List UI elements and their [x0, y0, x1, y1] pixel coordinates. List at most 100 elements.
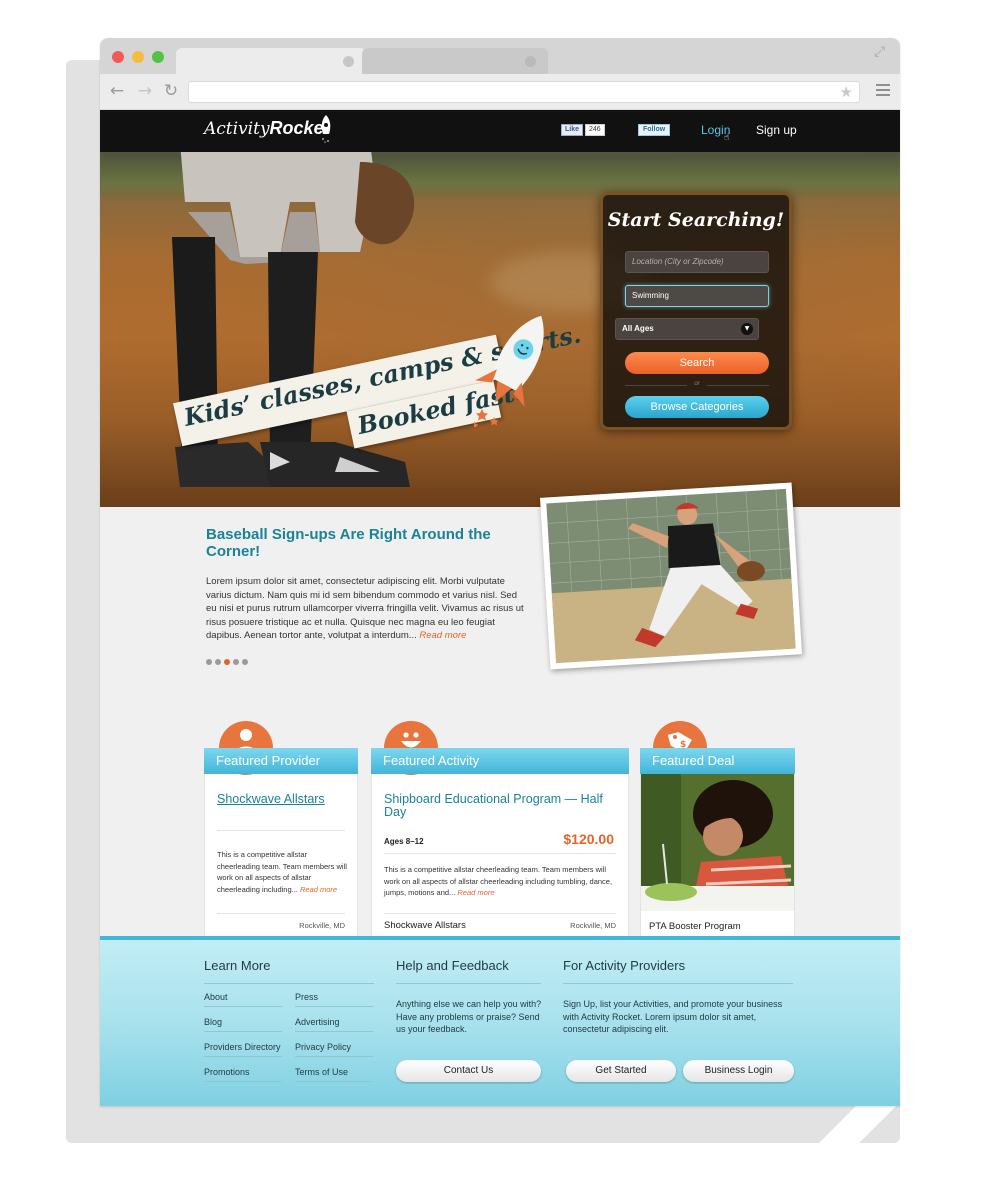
reload-icon[interactable]: ↻: [162, 82, 180, 100]
footer-link-divider: [295, 1006, 373, 1007]
ages-select[interactable]: All Ages ▼: [615, 318, 759, 340]
search-panel: Start Searching! Location (City or Zipco…: [600, 192, 792, 430]
carousel-dot-active[interactable]: [224, 659, 230, 665]
footer-link-providers-directory[interactable]: Providers Directory: [204, 1042, 281, 1052]
provider-read-more-link[interactable]: Read more: [300, 885, 337, 894]
business-login-button[interactable]: Business Login: [683, 1060, 794, 1082]
contact-us-button[interactable]: Contact Us: [396, 1060, 541, 1082]
hand-cursor-icon: ☝: [724, 133, 730, 143]
footer-link-divider: [204, 1081, 282, 1082]
activity-description-text: This is a competitive allstar cheerleadi…: [384, 865, 613, 897]
provider-description: This is a competitive allstar cheerleadi…: [217, 849, 349, 895]
hamburger-menu-icon[interactable]: [876, 84, 890, 98]
footer-link-privacy-policy[interactable]: Privacy Policy: [295, 1042, 351, 1052]
get-started-button[interactable]: Get Started: [566, 1060, 676, 1082]
footer-link-blog[interactable]: Blog: [204, 1017, 222, 1027]
footer-link-divider: [204, 1006, 282, 1007]
activity-provider-link[interactable]: Shockwave Allstars: [384, 920, 466, 931]
footer-link-terms-of-use[interactable]: Terms of Use: [295, 1067, 348, 1077]
facebook-like-count: 246: [585, 124, 605, 136]
expand-icon[interactable]: ⤢: [874, 44, 890, 60]
footer-link-about[interactable]: About: [204, 992, 228, 1002]
pitcher-photo: [546, 488, 796, 664]
site-footer: Learn More About Blog Providers Director…: [100, 936, 900, 1106]
maximize-window-button[interactable]: [152, 51, 164, 63]
carousel-dot[interactable]: [206, 659, 212, 665]
twitter-follow-button[interactable]: Follow: [638, 124, 671, 136]
browse-categories-button[interactable]: Browse Categories: [625, 396, 769, 418]
provider-location: Rockville, MD: [299, 921, 345, 930]
browser-tab-active[interactable]: [176, 48, 366, 74]
footer-providers-heading: For Activity Providers: [563, 958, 686, 973]
story-text: Lorem ipsum dolor sit amet, consectetur …: [206, 576, 524, 641]
facebook-like-button[interactable]: Like 246: [561, 124, 605, 136]
browser-tab-inactive[interactable]: [362, 48, 548, 74]
card-divider: [217, 913, 345, 914]
deal-name-link[interactable]: PTA Booster Program: [649, 921, 741, 932]
chevron-down-icon: ▼: [741, 323, 753, 335]
girl-drawing-illustration: [641, 774, 794, 911]
footer-learn-more-heading: Learn More: [204, 958, 271, 973]
logo-text-activity: Activity: [204, 119, 270, 139]
forward-arrow-icon[interactable]: →: [136, 82, 154, 100]
story-body: Lorem ipsum dolor sit amet, consectetur …: [206, 575, 526, 643]
or-separator: or: [694, 381, 700, 387]
rocket-logo-icon: [321, 115, 331, 143]
pitcher-illustration: [546, 488, 796, 664]
site-logo[interactable]: ActivityRocket: [204, 118, 330, 139]
featured-deal-heading: Featured Deal: [640, 748, 795, 774]
carousel-dot[interactable]: [233, 659, 239, 665]
deal-photo[interactable]: [641, 774, 794, 911]
footer-link-divider: [295, 1031, 373, 1032]
site-header: ActivityRocket Like 246 Follow Login ☝ S…: [100, 110, 900, 152]
activity-name-link[interactable]: Shipboard Educational Program — Half Day: [384, 793, 604, 819]
footer-link-promotions[interactable]: Promotions: [204, 1067, 250, 1077]
browser-window: ⤢ ← → ↻ ★ ActivityRocket Like 246 Follow…: [100, 38, 900, 1106]
card-divider: [217, 830, 345, 831]
carousel-dot[interactable]: [215, 659, 221, 665]
address-bar[interactable]: ★: [188, 81, 860, 103]
browser-tabbar: ⤢: [100, 38, 900, 74]
ages-select-value: All Ages: [622, 324, 654, 333]
carousel-dot[interactable]: [242, 659, 248, 665]
hero-banner: Kids’ classes, camps & sports. Booked fa…: [100, 152, 900, 507]
footer-link-divider: [204, 1031, 282, 1032]
location-input[interactable]: Location (City or Zipcode): [625, 251, 769, 273]
activity-price: $120.00: [563, 831, 614, 847]
featured-deal-card: $ Featured Deal PTA Booster Program: [640, 721, 795, 941]
search-button[interactable]: Search: [625, 352, 769, 374]
featured-activity-heading: Featured Activity: [371, 748, 629, 774]
provider-name-link[interactable]: Shockwave Allstars: [217, 793, 347, 806]
card-divider: [384, 853, 616, 854]
facebook-like-label: Like: [561, 124, 584, 136]
signup-link[interactable]: Sign up: [756, 123, 797, 137]
activity-read-more-link[interactable]: Read more: [457, 888, 494, 897]
footer-link-advertising[interactable]: Advertising: [295, 1017, 340, 1027]
footer-link-press[interactable]: Press: [295, 992, 318, 1002]
bookmark-star-icon[interactable]: ★: [840, 83, 853, 101]
activity-input[interactable]: Swimming: [625, 285, 769, 307]
story-read-more-link[interactable]: Read more: [419, 630, 466, 641]
browser-toolbar: ← → ↻ ★: [100, 74, 900, 110]
footer-divider: [563, 983, 793, 984]
tab-close-icon[interactable]: [343, 56, 354, 67]
footer-link-divider: [204, 1056, 282, 1057]
activity-location: Rockville, MD: [570, 921, 616, 930]
close-window-button[interactable]: [112, 51, 124, 63]
search-panel-title: Start Searching!: [607, 209, 785, 231]
minimize-window-button[interactable]: [132, 51, 144, 63]
footer-providers-text: Sign Up, list your Activities, and promo…: [563, 999, 783, 1034]
activity-ages: Ages 8–12: [384, 837, 424, 846]
footer-link-divider: [295, 1081, 373, 1082]
story-carousel-dots: [206, 659, 248, 665]
tab-close-icon[interactable]: [525, 56, 536, 67]
story-title[interactable]: Baseball Sign-ups Are Right Around the C…: [206, 526, 506, 560]
rocket-mascot-icon: [474, 315, 544, 427]
footer-help-text: Anything else we can help you with? Have…: [396, 999, 542, 1034]
back-arrow-icon[interactable]: ←: [108, 82, 126, 100]
card-divider: [384, 913, 616, 914]
web-page: ActivityRocket Like 246 Follow Login ☝ S…: [100, 110, 900, 1106]
footer-divider: [204, 983, 374, 984]
featured-provider-heading: Featured Provider: [204, 748, 358, 774]
footer-divider: [396, 983, 541, 984]
